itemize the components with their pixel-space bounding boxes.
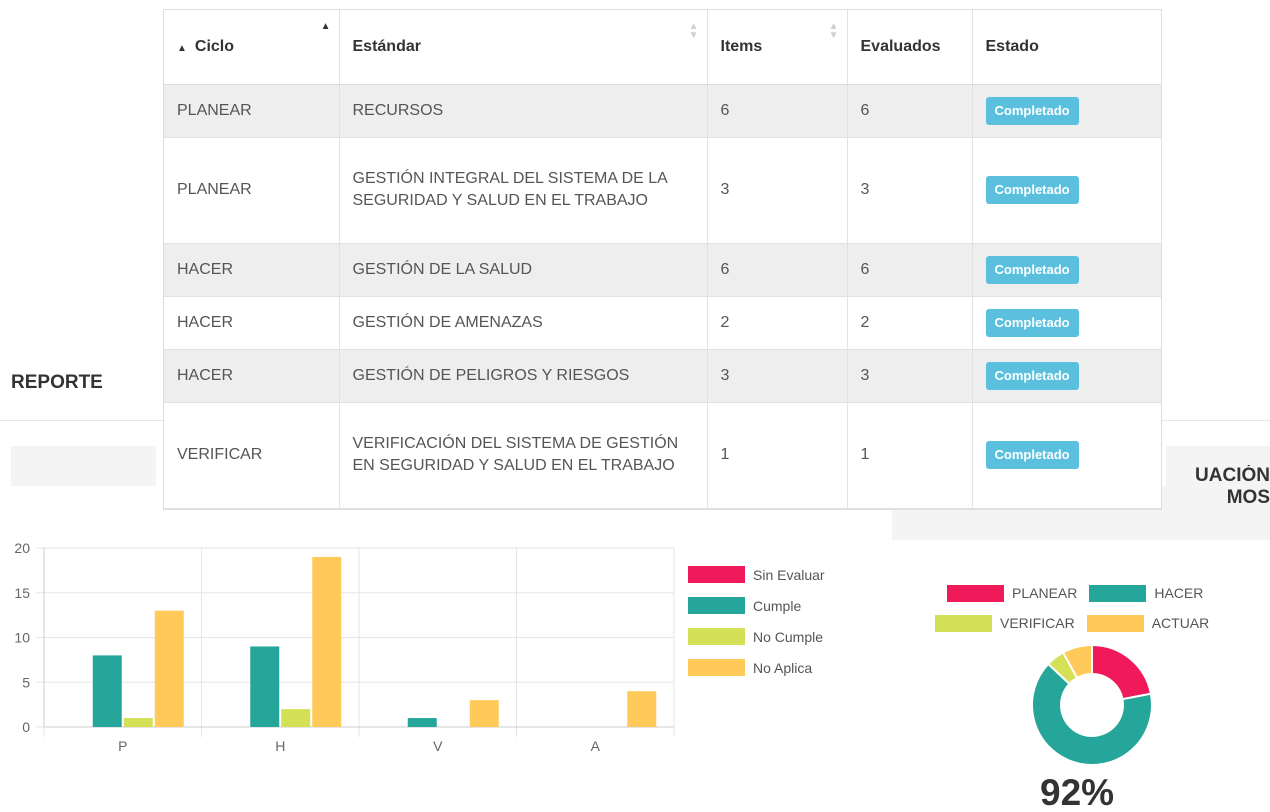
right-panel-title: UACIÓN MOS [1195, 465, 1270, 508]
cell-estado: Completado [972, 243, 1161, 296]
bar-cumple [250, 646, 280, 727]
status-badge: Completado [985, 361, 1079, 390]
legend-swatch [935, 614, 992, 632]
cell-items: 1 [707, 402, 848, 508]
cell-estado: Completado [972, 84, 1161, 137]
header-ciclo[interactable]: ▲ Ciclo ▲ [164, 10, 340, 85]
bar-no-cumple [281, 709, 311, 727]
legend-swatch [1086, 614, 1144, 632]
cell-evaluados: 3 [847, 137, 973, 243]
cell-ciclo: PLANEAR [164, 84, 340, 137]
legend-swatch [947, 584, 1004, 602]
bar-chart-legend: Sin Evaluar Cumple No Cumple No Aplica [688, 559, 825, 683]
bar-cumple [92, 655, 122, 727]
cell-ciclo: HACER [164, 243, 340, 296]
legend-swatch [688, 566, 745, 583]
report-title: REPORTE [11, 372, 103, 393]
legend-swatch [688, 659, 745, 676]
bar-no-aplica [627, 691, 657, 727]
left-panel-header [11, 446, 156, 486]
cell-estandar: GESTIÓN DE PELIGROS Y RIESGOS [339, 349, 708, 402]
table-row: VERIFICAR VERIFICACIÓN DEL SISTEMA DE GE… [164, 402, 1161, 508]
cell-items: 3 [707, 349, 848, 402]
y-tick-label: 5 [22, 674, 30, 690]
bar-no-aplica [154, 610, 184, 727]
legend-item[interactable]: No Cumple [688, 621, 825, 652]
sort-both-icon: ▲ ▼ [828, 21, 839, 41]
bar-no-aplica [469, 700, 499, 727]
x-tick-label: P [118, 738, 127, 754]
sort-asc-icon: ▲ [177, 42, 187, 54]
status-badge: Completado [985, 441, 1079, 469]
x-tick-label: H [275, 738, 285, 754]
legend-swatch [688, 597, 745, 614]
bar-cumple [407, 718, 437, 727]
cell-ciclo: HACER [164, 296, 340, 349]
sort-active-icon: ▲ [320, 21, 331, 32]
table-row: HACER GESTIÓN DE AMENAZAS 2 2 Completado [164, 296, 1161, 349]
cell-ciclo: PLANEAR [164, 137, 340, 243]
cell-estado: Completado [972, 349, 1161, 402]
legend-swatch [1089, 584, 1147, 602]
y-tick-label: 10 [14, 630, 30, 646]
sort-both-icon: ▲ ▼ [688, 21, 699, 41]
table-row: HACER GESTIÓN DE LA SALUD 6 6 Completado [164, 243, 1161, 296]
cell-estandar: GESTIÓN INTEGRAL DEL SISTEMA DE LA SEGUR… [339, 137, 708, 243]
cell-items: 2 [707, 296, 848, 349]
legend-item[interactable]: No Aplica [688, 652, 825, 683]
cell-items: 6 [707, 84, 848, 137]
status-badge: Completado [985, 308, 1079, 337]
x-tick-label: V [433, 738, 443, 754]
cell-estandar: RECURSOS [339, 84, 708, 137]
legend-item[interactable]: ACTUAR [1086, 614, 1209, 632]
cell-evaluados: 1 [847, 402, 973, 508]
legend-item[interactable]: PLANEAR [947, 584, 1077, 602]
header-estado[interactable]: Estado [972, 10, 1161, 85]
legend-item[interactable]: Sin Evaluar [688, 559, 825, 590]
legend-item[interactable]: HACER [1089, 584, 1203, 602]
bar-no-cumple [123, 718, 153, 727]
cell-evaluados: 2 [847, 296, 973, 349]
x-tick-label: A [591, 738, 601, 754]
cell-ciclo: VERIFICAR [164, 402, 340, 508]
status-badge: Completado [985, 96, 1079, 125]
cell-evaluados: 6 [847, 243, 973, 296]
cell-evaluados: 6 [847, 84, 973, 137]
header-items[interactable]: Items ▲ ▼ [707, 10, 848, 85]
legend-item[interactable]: Cumple [688, 590, 825, 621]
cell-estado: Completado [972, 296, 1161, 349]
header-estandar[interactable]: Estándar ▲ ▼ [339, 10, 708, 85]
legend-swatch [688, 628, 745, 645]
donut-chart [1031, 643, 1153, 766]
cell-ciclo: HACER [164, 349, 340, 402]
y-tick-label: 0 [22, 719, 30, 735]
cell-estandar: GESTIÓN DE AMENAZAS [339, 296, 708, 349]
status-badge: Completado [985, 176, 1079, 204]
cell-estado: Completado [972, 137, 1161, 243]
cell-items: 3 [707, 137, 848, 243]
compliance-percentage: 92% [1040, 772, 1115, 812]
cell-estandar: VERIFICACIÓN DEL SISTEMA DE GESTIÓN EN S… [339, 402, 708, 508]
bar-no-aplica [312, 556, 342, 727]
cell-estandar: GESTIÓN DE LA SALUD [339, 243, 708, 296]
status-badge: Completado [985, 255, 1079, 284]
table-row: PLANEAR GESTIÓN INTEGRAL DEL SISTEMA DE … [164, 137, 1161, 243]
y-tick-label: 15 [14, 585, 30, 601]
standards-table: ▲ Ciclo ▲ Estándar ▲ ▼ Items ▲ ▼ Evaluados … [164, 10, 1161, 509]
donut-chart-legend: PLANEAR HACER VERIFICAR ACTUAR [935, 578, 1255, 638]
cell-evaluados: 3 [847, 349, 973, 402]
header-evaluados[interactable]: Evaluados [847, 10, 973, 85]
table-row: PLANEAR RECURSOS 6 6 Completado [164, 84, 1161, 137]
donut-slice-planear[interactable] [1091, 643, 1153, 701]
table-row: HACER GESTIÓN DE PELIGROS Y RIESGOS 3 3 … [164, 349, 1161, 402]
legend-item[interactable]: VERIFICAR [935, 614, 1075, 632]
cell-estado: Completado [972, 402, 1161, 508]
y-tick-label: 20 [14, 540, 30, 556]
cell-items: 6 [707, 243, 848, 296]
